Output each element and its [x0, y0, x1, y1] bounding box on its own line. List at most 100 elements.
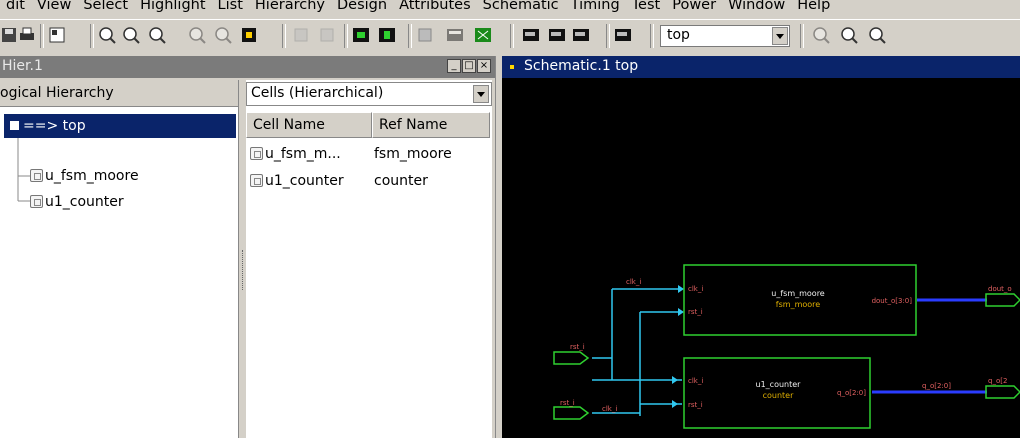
- menu-schematic[interactable]: Schematic: [477, 0, 565, 14]
- tree-item-top[interactable]: ==> top: [4, 114, 236, 138]
- save-icon[interactable]: [0, 26, 18, 44]
- net-label: q_o[2: [988, 377, 1007, 385]
- menu-power[interactable]: Power: [666, 0, 722, 14]
- zoom-in-icon[interactable]: [122, 26, 140, 44]
- column-header-cell-name[interactable]: Cell Name: [246, 112, 372, 138]
- instance-ref: counter: [763, 391, 794, 400]
- menu-highlight[interactable]: Highlight: [134, 0, 211, 14]
- tree-item-u1-counter[interactable]: u1_counter: [30, 190, 124, 214]
- menu-attributes[interactable]: Attributes: [393, 0, 477, 14]
- hierarchy-window-titlebar: Hier.1 _ □ ×: [0, 56, 495, 78]
- toolbar-separator: [408, 24, 412, 48]
- zoom-full-icon[interactable]: [812, 26, 830, 44]
- schematic-drawing[interactable]: u_fsm_moore fsm_moore clk_i rst_i dout_o…: [502, 78, 1020, 438]
- schematic-icon[interactable]: [352, 26, 370, 44]
- tree-item-label: u1_counter: [45, 194, 124, 210]
- design-combo[interactable]: top: [660, 25, 790, 47]
- menu-dit[interactable]: dit: [0, 0, 31, 14]
- table-row[interactable]: u1_counter: [250, 168, 344, 194]
- chevron-down-icon[interactable]: [473, 85, 489, 103]
- print-icon[interactable]: [18, 26, 36, 44]
- logical-hierarchy-header: ogical Hierarchy: [0, 80, 238, 107]
- menu-timing[interactable]: Timing: [565, 0, 626, 14]
- schematic-window-titlebar: Schematic.1 top: [502, 56, 1020, 78]
- design-combo-value: top: [667, 27, 690, 43]
- toolbar-separator: [282, 24, 286, 48]
- net-label: rst_i: [570, 343, 585, 351]
- instance-name: u1_counter: [756, 380, 802, 389]
- menu-design[interactable]: Design: [331, 0, 393, 14]
- cell-icon: [250, 174, 263, 187]
- menu-view[interactable]: View: [31, 0, 77, 14]
- toolbar-separator: [40, 24, 44, 48]
- pin-label: q_o[2:0]: [837, 389, 866, 397]
- toolbar: top: [0, 19, 1020, 57]
- minimize-icon[interactable]: _: [447, 59, 461, 73]
- ref-name: counter: [374, 173, 428, 189]
- toolbar-separator: [650, 24, 654, 48]
- schematic-window-title: Schematic.1 top: [524, 58, 639, 74]
- pin-label: clk_i: [688, 285, 703, 293]
- menu-bar: dit View Select Highlight List Hierarchy Desig…: [0, 0, 1020, 18]
- view2-icon[interactable]: [548, 26, 566, 44]
- close-icon[interactable]: ×: [477, 59, 491, 73]
- pop-down-icon[interactable]: [318, 26, 336, 44]
- menu-help[interactable]: Help: [791, 0, 836, 14]
- zoom-out-icon[interactable]: [148, 26, 166, 44]
- menu-list[interactable]: List: [212, 0, 249, 14]
- instance-name: u_fsm_moore: [771, 289, 825, 298]
- hierarchy-window-title: Hier.1: [2, 58, 43, 74]
- ref-name: fsm_moore: [374, 146, 452, 162]
- toolbar-separator: [606, 24, 610, 48]
- pin-label: dout_o[3:0]: [872, 297, 913, 305]
- push-up-icon[interactable]: [292, 26, 310, 44]
- net-label: q_o[2:0]: [922, 382, 951, 390]
- zoom-plus-icon[interactable]: [840, 26, 858, 44]
- properties-icon[interactable]: [48, 26, 66, 44]
- tree-item-label: u_fsm_moore: [45, 168, 139, 184]
- toolbar-separator: [800, 24, 804, 48]
- cells-pane: Cells (Hierarchical) Cell Name Ref Name …: [246, 80, 492, 438]
- zoom-select-icon[interactable]: [214, 26, 232, 44]
- stop-icon[interactable]: [240, 26, 258, 44]
- column-header-ref-name[interactable]: Ref Name: [372, 112, 490, 138]
- table-icon[interactable]: [446, 26, 464, 44]
- schematic-canvas[interactable]: u_fsm_moore fsm_moore clk_i rst_i dout_o…: [502, 78, 1020, 438]
- cells-filter-combo[interactable]: Cells (Hierarchical): [246, 82, 492, 106]
- logical-hierarchy-pane: ogical Hierarchy ==> top u_fsm_moore u1_…: [0, 80, 239, 438]
- tree-item-label: ==> top: [23, 118, 86, 134]
- menu-hierarchy[interactable]: Hierarchy: [249, 0, 331, 14]
- menu-test[interactable]: Test: [626, 0, 667, 14]
- layout-icon[interactable]: [416, 26, 434, 44]
- net-label: rst_i: [560, 399, 575, 407]
- menu-window[interactable]: Window: [722, 0, 791, 14]
- net-label: dout_o: [988, 285, 1012, 293]
- zoom-area-icon[interactable]: [188, 26, 206, 44]
- symbol-icon[interactable]: [378, 26, 396, 44]
- view1-icon[interactable]: [522, 26, 540, 44]
- hierarchy-window: Hier.1 _ □ × ogical Hierarchy ==> top u_…: [0, 56, 495, 438]
- view4-icon[interactable]: [614, 26, 632, 44]
- cell-icon: [250, 147, 263, 160]
- pin-label: clk_i: [688, 377, 703, 385]
- toolbar-separator: [90, 24, 94, 48]
- maximize-icon[interactable]: □: [462, 59, 476, 73]
- grid-icon[interactable]: [474, 26, 492, 44]
- chevron-down-icon[interactable]: [772, 27, 788, 45]
- menu-select[interactable]: Select: [77, 0, 134, 14]
- net-label: clk_i: [602, 405, 617, 413]
- table-row[interactable]: u_fsm_m...: [250, 141, 341, 167]
- toolbar-separator: [344, 24, 348, 48]
- schematic-window: Schematic.1 top u_fsm_moore fsm_moore cl…: [502, 56, 1020, 438]
- zoom-fit2-icon[interactable]: [868, 26, 886, 44]
- zoom-fit-icon[interactable]: [98, 26, 116, 44]
- tree-item-u-fsm-moore[interactable]: u_fsm_moore: [30, 164, 139, 188]
- cells-filter-value: Cells (Hierarchical): [251, 85, 384, 101]
- active-indicator-icon: [510, 65, 514, 69]
- instance-ref: fsm_moore: [776, 300, 820, 309]
- view3-icon[interactable]: [572, 26, 590, 44]
- cell-icon: [10, 121, 19, 130]
- cell-icon: [30, 169, 43, 182]
- pin-label: rst_i: [688, 308, 703, 316]
- pin-label: rst_i: [688, 401, 703, 409]
